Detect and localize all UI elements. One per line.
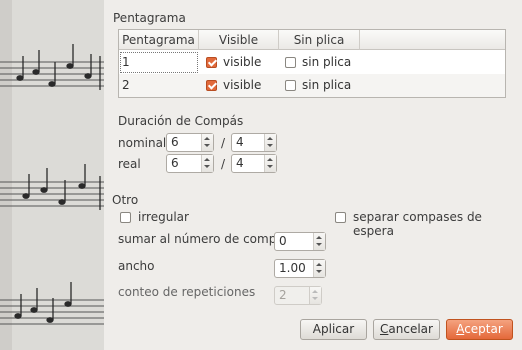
real-separator: / [221,157,226,171]
real-denominator-spinbox[interactable]: 4 [231,154,277,173]
sin-plica-label: sin plica [302,55,352,69]
conteo-value: 2 [279,288,287,302]
irregular-label: irregular [138,210,189,224]
otro-section-title: Otro [112,193,139,207]
spin-up-icon[interactable] [204,158,210,161]
spin-up-icon[interactable] [204,137,210,140]
column-header-pentagrama[interactable]: Pentagrama [119,30,199,50]
score-preview-image [0,0,104,350]
table-row[interactable]: 2 visible sin plica [119,74,505,97]
nominal-numerator-spinbox[interactable]: 6 [166,133,214,152]
real-denominator-value: 4 [236,156,244,170]
nominal-numerator-value: 6 [171,135,179,149]
music-score-icon [0,0,104,350]
spin-up-icon[interactable] [316,236,322,239]
spin-buttons[interactable] [313,233,325,250]
sumar-spinbox[interactable]: 0 [274,232,326,251]
spin-up-icon [312,290,318,293]
aceptar-button[interactable]: Aceptar [446,319,513,340]
conteo-label: conteo de repeticiones [118,285,256,299]
aceptar-mnemonic: A [456,322,465,336]
visible-checkbox[interactable] [206,80,217,91]
spin-down-icon[interactable] [267,165,273,168]
column-header-filler [360,30,505,50]
sumar-value: 0 [279,234,287,248]
irregular-checkbox[interactable] [120,212,131,223]
ancho-value: 1.00 [279,261,306,275]
separar-compases-checkbox[interactable] [335,212,346,223]
spin-up-icon[interactable] [267,158,273,161]
separar-compases-label: separar compases de espera [353,210,482,238]
staff-table[interactable]: Pentagrama Visible Sin plica 1 visible s… [118,29,506,98]
spin-up-icon[interactable] [316,263,322,266]
spin-buttons [309,287,321,304]
staff-number-cell[interactable]: 1 [119,51,199,74]
spin-buttons[interactable] [264,155,276,172]
sin-plica-checkbox[interactable] [285,80,296,91]
nominal-separator: / [221,136,226,150]
spin-down-icon[interactable] [204,165,210,168]
column-header-sin-plica[interactable]: Sin plica [279,30,360,50]
spin-buttons[interactable] [264,134,276,151]
aceptar-label-rest: ceptar [464,322,503,336]
visible-label: visible [223,78,262,92]
spin-buttons[interactable] [201,134,213,151]
cancelar-label-rest: ancelar [388,322,433,336]
visible-checkbox[interactable] [206,57,217,68]
ancho-label: ancho [118,259,155,273]
pentagrama-section-title: Pentagrama [113,11,186,25]
column-header-visible[interactable]: Visible [199,30,279,50]
table-row[interactable]: 1 visible sin plica [119,51,505,74]
spin-down-icon[interactable] [316,243,322,246]
real-label: real [118,157,141,171]
sumar-label: sumar al número de compás [118,232,290,246]
spin-down-icon[interactable] [204,144,210,147]
spin-down-icon [312,297,318,300]
ancho-spinbox[interactable]: 1.00 [274,259,326,278]
visible-label: visible [223,55,262,69]
staff-number-cell[interactable]: 2 [119,74,199,97]
nominal-denominator-value: 4 [236,135,244,149]
aplicar-button[interactable]: Aplicar [300,319,367,340]
real-numerator-spinbox[interactable]: 6 [166,154,214,173]
duracion-section-title: Duración de Compás [118,114,244,128]
conteo-spinbox: 2 [274,286,322,305]
nominal-denominator-spinbox[interactable]: 4 [231,133,277,152]
sin-plica-label: sin plica [302,78,352,92]
real-numerator-value: 6 [171,156,179,170]
nominal-label: nominal [118,136,167,150]
cancelar-button[interactable]: Cancelar [373,319,440,340]
spin-buttons[interactable] [313,260,325,277]
spin-up-icon[interactable] [267,137,273,140]
spin-down-icon[interactable] [267,144,273,147]
sin-plica-checkbox[interactable] [285,57,296,68]
spin-down-icon[interactable] [316,270,322,273]
spin-buttons[interactable] [201,155,213,172]
